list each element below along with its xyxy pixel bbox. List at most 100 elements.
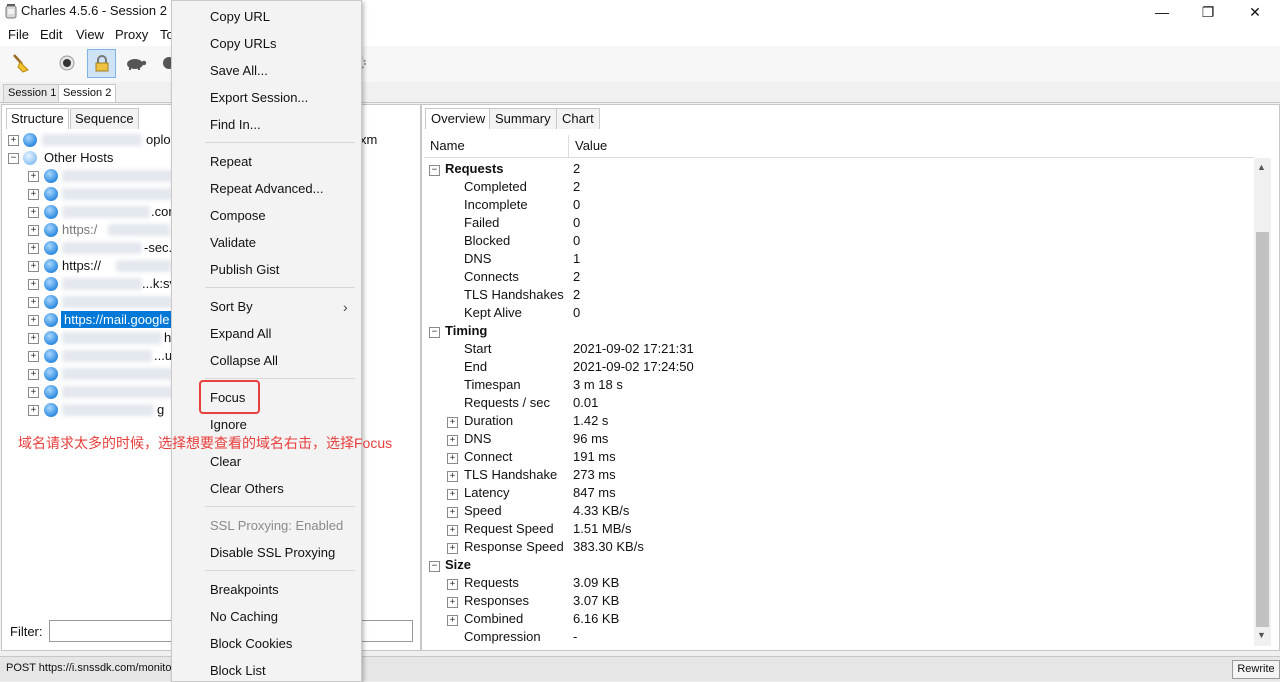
- expand-icon[interactable]: +: [28, 279, 39, 290]
- record-icon[interactable]: [53, 49, 81, 77]
- menu-item-export-session[interactable]: Export Session...: [210, 90, 308, 105]
- expand-icon[interactable]: +: [447, 435, 458, 446]
- expand-icon[interactable]: +: [28, 333, 39, 344]
- expand-icon[interactable]: +: [447, 615, 458, 626]
- menu-item-expand-all[interactable]: Expand All: [210, 326, 271, 341]
- menu-item-save-all[interactable]: Save All...: [210, 63, 268, 78]
- expand-icon[interactable]: +: [447, 489, 458, 500]
- overview-row-name: Compression: [464, 629, 541, 644]
- tree-row-label: .cor: [151, 204, 173, 219]
- globe-icon: [44, 403, 58, 417]
- section-title: Requests: [445, 161, 504, 176]
- expand-icon[interactable]: +: [28, 243, 39, 254]
- scroll-down-icon[interactable]: ▼: [1257, 630, 1266, 640]
- globe-icon: [44, 187, 58, 201]
- restore-icon[interactable]: ❐: [1185, 0, 1231, 24]
- overview-row-name: Requests: [464, 575, 519, 590]
- annotation-text: 域名请求太多的时候，选择想要查看的域名右击，选择Focus: [18, 435, 393, 451]
- overview-row-name: DNS: [464, 251, 492, 266]
- window-title: Charles 4.5.6 - Session 2: [21, 3, 167, 18]
- collapse-icon[interactable]: −: [8, 153, 19, 164]
- menu-item-collapse-all[interactable]: Collapse All: [210, 353, 278, 368]
- tree-row-label-tail: xm: [360, 132, 378, 147]
- collapse-icon[interactable]: −: [429, 327, 440, 338]
- menu-item-validate[interactable]: Validate: [210, 235, 256, 250]
- globe-icon: [44, 259, 58, 273]
- menu-item-ignore[interactable]: Ignore: [210, 417, 247, 432]
- expand-icon[interactable]: +: [447, 543, 458, 554]
- expand-icon[interactable]: +: [447, 453, 458, 464]
- tab-overview[interactable]: Overview: [425, 108, 492, 129]
- overview-row-value: 1.42 s: [573, 413, 609, 428]
- expand-icon[interactable]: +: [28, 315, 39, 326]
- tab-session-2[interactable]: Session 2: [58, 84, 117, 102]
- overview-row-name: End: [464, 359, 488, 374]
- menu-item-repeat[interactable]: Repeat: [210, 154, 252, 169]
- minimize-icon[interactable]: —: [1139, 0, 1185, 24]
- menu-item-repeat-advanced[interactable]: Repeat Advanced...: [210, 181, 323, 196]
- ssl-lock-icon[interactable]: [87, 49, 116, 78]
- expand-icon[interactable]: +: [28, 369, 39, 380]
- globe-icon: [44, 223, 58, 237]
- menu-item-breakpoints[interactable]: Breakpoints: [210, 582, 279, 597]
- expand-icon[interactable]: +: [28, 189, 39, 200]
- expand-icon[interactable]: +: [8, 135, 19, 146]
- column-header-name[interactable]: Name: [430, 138, 465, 153]
- column-header-value[interactable]: Value: [575, 138, 607, 153]
- collapse-icon[interactable]: −: [429, 165, 440, 176]
- menu-separator: [205, 570, 355, 571]
- globe-icon: [44, 349, 58, 363]
- scroll-up-icon[interactable]: ▲: [1257, 162, 1266, 172]
- expand-icon[interactable]: +: [28, 351, 39, 362]
- expand-icon[interactable]: +: [447, 471, 458, 482]
- menu-item-disable-ssl-proxying[interactable]: Disable SSL Proxying: [210, 545, 335, 560]
- menu-item-copy-urls[interactable]: Copy URLs: [210, 36, 276, 51]
- tab-summary[interactable]: Summary: [489, 108, 557, 129]
- menu-proxy[interactable]: Proxy: [115, 27, 148, 42]
- expand-icon[interactable]: +: [447, 579, 458, 590]
- menu-file[interactable]: File: [8, 27, 29, 42]
- menu-item-block-list[interactable]: Block List: [210, 663, 266, 678]
- overview-row-value: 191 ms: [573, 449, 616, 464]
- rewrite-button[interactable]: Rewrite: [1232, 660, 1280, 679]
- menu-view[interactable]: View: [76, 27, 104, 42]
- expand-icon[interactable]: +: [28, 387, 39, 398]
- overview-row-name: Speed: [464, 503, 502, 518]
- overview-row-value: 2: [573, 179, 581, 194]
- expand-icon[interactable]: +: [28, 261, 39, 272]
- expand-icon[interactable]: +: [28, 171, 39, 182]
- tab-structure[interactable]: Structure: [6, 108, 69, 129]
- scrollbar-thumb[interactable]: [1256, 232, 1269, 627]
- expand-icon[interactable]: +: [447, 507, 458, 518]
- turtle-icon[interactable]: [121, 49, 149, 77]
- menu-edit[interactable]: Edit: [40, 27, 62, 42]
- tab-chart[interactable]: Chart: [556, 108, 600, 129]
- menu-item-clear[interactable]: Clear: [210, 454, 241, 469]
- menu-item-publish-gist[interactable]: Publish Gist: [210, 262, 279, 277]
- tab-sequence[interactable]: Sequence: [70, 108, 139, 129]
- tree-row-label: Other Hosts: [44, 150, 114, 165]
- tree-row-label: g: [157, 402, 165, 417]
- menu-item-no-caching[interactable]: No Caching: [210, 609, 278, 624]
- expand-icon[interactable]: +: [447, 417, 458, 428]
- menu-item-sort-by[interactable]: Sort By: [210, 299, 253, 314]
- menu-item-block-cookies[interactable]: Block Cookies: [210, 636, 292, 651]
- menu-item-clear-others[interactable]: Clear Others: [210, 481, 284, 496]
- expand-icon[interactable]: +: [28, 207, 39, 218]
- menu-item-compose[interactable]: Compose: [210, 208, 266, 223]
- expand-icon[interactable]: +: [28, 297, 39, 308]
- overview-row-value: 0: [573, 215, 581, 230]
- menu-item-find-in[interactable]: Find In...: [210, 117, 261, 132]
- collapse-icon[interactable]: −: [429, 561, 440, 572]
- stop-icon[interactable]: [157, 49, 171, 77]
- tab-session-1[interactable]: Session 1: [3, 84, 62, 102]
- menu-item-copy-url[interactable]: Copy URL: [210, 9, 270, 24]
- close-icon[interactable]: ✕: [1232, 0, 1278, 24]
- expand-icon[interactable]: +: [447, 525, 458, 536]
- expand-icon[interactable]: +: [28, 405, 39, 416]
- expand-icon[interactable]: +: [447, 597, 458, 608]
- expand-icon[interactable]: +: [28, 225, 39, 236]
- overview-row-value: 1.51 MB/s: [573, 521, 632, 536]
- menu-item-ssl-proxying-enabled: SSL Proxying: Enabled: [210, 518, 344, 533]
- broom-icon[interactable]: [7, 49, 35, 77]
